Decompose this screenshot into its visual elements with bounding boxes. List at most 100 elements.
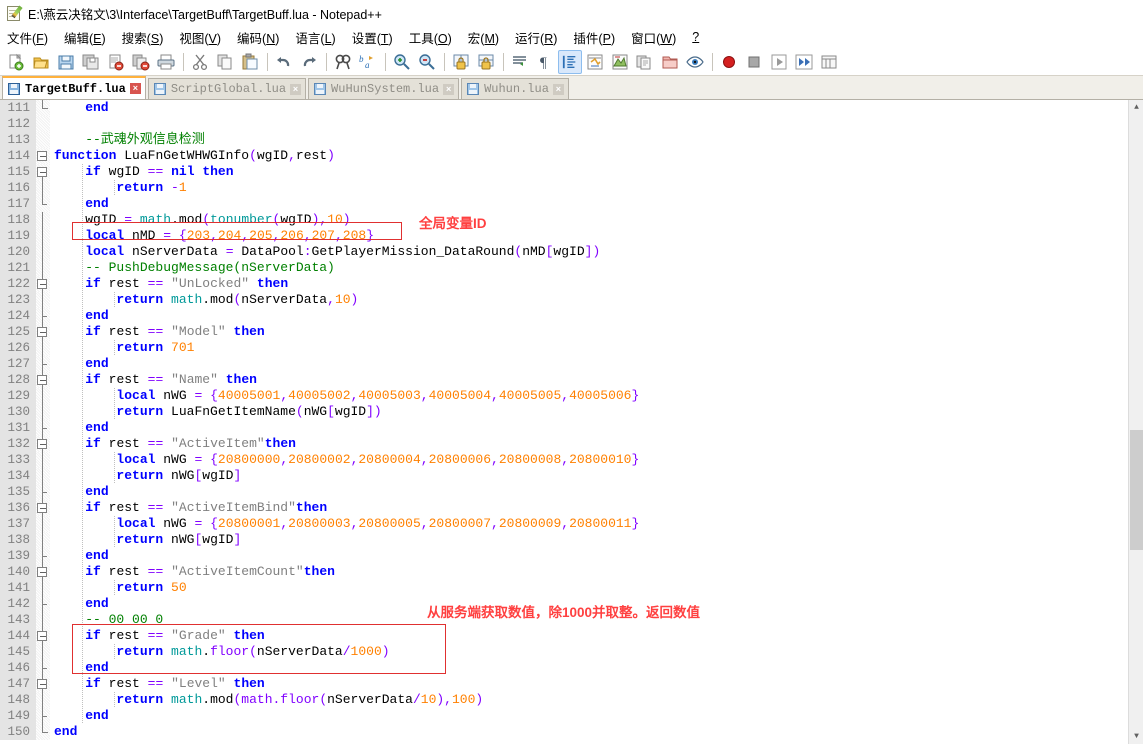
- fold-margin[interactable]: [36, 436, 50, 452]
- show-all-chars-icon[interactable]: ¶: [533, 50, 557, 74]
- sync-vertical-scroll-icon[interactable]: [449, 50, 473, 74]
- code-line[interactable]: 130 return LuaFnGetItemName(nWG[wgID]): [0, 404, 1143, 420]
- macro-save-icon[interactable]: [817, 50, 841, 74]
- scroll-down-arrow[interactable]: ▼: [1129, 729, 1143, 744]
- code-line[interactable]: 127 end: [0, 356, 1143, 372]
- fold-margin[interactable]: [36, 164, 50, 180]
- code-line[interactable]: 133 local nWG = {20800000,20800002,20800…: [0, 452, 1143, 468]
- close-file-icon[interactable]: [104, 50, 128, 74]
- folder-as-workspace-icon[interactable]: [658, 50, 682, 74]
- paste-icon[interactable]: [238, 50, 262, 74]
- code-line[interactable]: 146 end: [0, 660, 1143, 676]
- fold-margin[interactable]: [36, 468, 50, 484]
- close-all-files-icon[interactable]: [129, 50, 153, 74]
- fold-margin[interactable]: [36, 196, 50, 212]
- code-line[interactable]: 122 if rest == "UnLocked" then: [0, 276, 1143, 292]
- fold-margin[interactable]: [36, 388, 50, 404]
- fold-margin[interactable]: [36, 372, 50, 388]
- code-line[interactable]: 140 if rest == "ActiveItemCount"then: [0, 564, 1143, 580]
- find-icon[interactable]: [331, 50, 355, 74]
- macro-stop-icon[interactable]: [742, 50, 766, 74]
- menu-language[interactable]: 语言(L): [295, 27, 343, 48]
- menu-run[interactable]: 运行(R): [515, 27, 565, 48]
- tab-close-icon[interactable]: ×: [443, 83, 455, 95]
- tab-close-icon[interactable]: ×: [129, 83, 141, 94]
- macro-play-icon[interactable]: [767, 50, 791, 74]
- fold-margin[interactable]: [36, 228, 50, 244]
- menu-file[interactable]: 文件(F): [7, 27, 56, 48]
- fold-margin[interactable]: [36, 612, 50, 628]
- code-line[interactable]: 124 end: [0, 308, 1143, 324]
- fold-margin[interactable]: [36, 100, 50, 116]
- user-defined-dialog-icon[interactable]: [583, 50, 607, 74]
- code-line[interactable]: 117 end: [0, 196, 1143, 212]
- tab-wuhunsystem-lua[interactable]: WuHunSystem.lua ×: [308, 78, 460, 99]
- menu-window[interactable]: 窗口(W): [631, 27, 684, 48]
- fold-margin[interactable]: [36, 708, 50, 724]
- cut-icon[interactable]: [188, 50, 212, 74]
- fold-margin[interactable]: [36, 692, 50, 708]
- copy-icon[interactable]: [213, 50, 237, 74]
- fold-margin[interactable]: [36, 724, 50, 740]
- fold-margin[interactable]: [36, 596, 50, 612]
- fold-margin[interactable]: [36, 500, 50, 516]
- fold-margin[interactable]: [36, 324, 50, 340]
- print-icon[interactable]: [154, 50, 178, 74]
- menu-search[interactable]: 搜索(S): [122, 27, 172, 48]
- undo-icon[interactable]: [272, 50, 296, 74]
- code-line[interactable]: 121 -- PushDebugMessage(nServerData): [0, 260, 1143, 276]
- menu-settings[interactable]: 设置(T): [352, 27, 401, 48]
- code-line[interactable]: 115 if wgID == nil then: [0, 164, 1143, 180]
- tab-scriptglobal-lua[interactable]: ScriptGlobal.lua ×: [147, 78, 307, 99]
- fold-margin[interactable]: [36, 516, 50, 532]
- code-line[interactable]: 134 return nWG[wgID]: [0, 468, 1143, 484]
- fold-margin[interactable]: [36, 180, 50, 196]
- code-line[interactable]: 136 if rest == "ActiveItemBind"then: [0, 500, 1143, 516]
- indent-guide-icon[interactable]: [558, 49, 582, 74]
- code-line[interactable]: 126 return 701: [0, 340, 1143, 356]
- fold-margin[interactable]: [36, 676, 50, 692]
- code-line[interactable]: 150 end: [0, 724, 1143, 740]
- fold-margin[interactable]: [36, 404, 50, 420]
- fold-margin[interactable]: [36, 212, 50, 228]
- fold-margin[interactable]: [36, 564, 50, 580]
- word-wrap-icon[interactable]: [508, 50, 532, 74]
- code-line[interactable]: 148 return math.mod(math.floor(nServerDa…: [0, 692, 1143, 708]
- redo-icon[interactable]: [297, 50, 321, 74]
- zoom-out-icon[interactable]: [415, 50, 439, 74]
- tab-targetbuff-lua[interactable]: TargetBuff.lua ×: [2, 76, 146, 99]
- code-line[interactable]: 137 local nWG = {20800001,20800003,20800…: [0, 516, 1143, 532]
- code-line[interactable]: 147 if rest == "Level" then: [0, 676, 1143, 692]
- code-line[interactable]: 119 local nMD = {203,204,205,206,207,208…: [0, 228, 1143, 244]
- fold-margin[interactable]: [36, 132, 50, 148]
- tab-wuhun-lua[interactable]: Wuhun.lua ×: [461, 78, 569, 99]
- fold-margin[interactable]: [36, 340, 50, 356]
- macro-record-icon[interactable]: [717, 50, 741, 74]
- fold-margin[interactable]: [36, 548, 50, 564]
- code-line[interactable]: 116 return -1: [0, 180, 1143, 196]
- replace-icon[interactable]: ba: [356, 50, 380, 74]
- menu-tools[interactable]: 工具(O): [409, 27, 460, 48]
- open-file-icon[interactable]: [29, 50, 53, 74]
- code-line[interactable]: 125 if rest == "Model" then: [0, 324, 1143, 340]
- fold-margin[interactable]: [36, 420, 50, 436]
- fold-margin[interactable]: [36, 356, 50, 372]
- code-line[interactable]: 118 wgID = math.mod(tonumber(wgID),10): [0, 212, 1143, 228]
- fold-margin[interactable]: [36, 244, 50, 260]
- zoom-in-icon[interactable]: [390, 50, 414, 74]
- fold-margin[interactable]: [36, 580, 50, 596]
- menu-edit[interactable]: 编辑(E): [64, 27, 114, 48]
- code-line[interactable]: 145 return math.floor(nServerData/1000): [0, 644, 1143, 660]
- scroll-up-arrow[interactable]: ▲: [1129, 100, 1143, 115]
- fold-margin[interactable]: [36, 660, 50, 676]
- macro-play-multiple-icon[interactable]: [792, 50, 816, 74]
- code-line[interactable]: 111 end: [0, 100, 1143, 116]
- tab-close-icon[interactable]: ×: [290, 83, 302, 95]
- menu-plugins[interactable]: 插件(P): [573, 27, 623, 48]
- function-list-icon[interactable]: [633, 50, 657, 74]
- vertical-scrollbar[interactable]: ▲ ▼: [1128, 100, 1143, 744]
- tab-close-icon[interactable]: ×: [552, 83, 564, 95]
- code-line[interactable]: 138 return nWG[wgID]: [0, 532, 1143, 548]
- scrollbar-thumb[interactable]: [1130, 430, 1143, 550]
- save-icon[interactable]: [54, 50, 78, 74]
